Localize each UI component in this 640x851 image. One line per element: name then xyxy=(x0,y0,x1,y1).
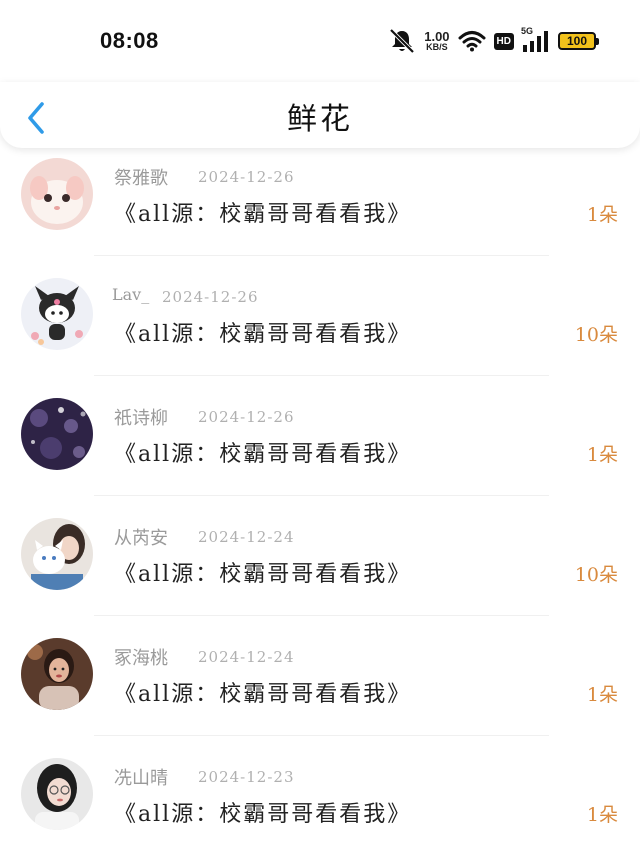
status-bar: 08:08 1.00 KB/S HD 5G 100 xyxy=(0,0,640,82)
signal-label: 5G xyxy=(521,26,534,36)
divider xyxy=(94,615,549,616)
rabbit-avatar[interactable] xyxy=(21,158,93,230)
message: 《all源：校霸哥哥看看我》 xyxy=(114,442,412,467)
username[interactable]: 冢海桃 xyxy=(114,644,168,670)
mute-icon xyxy=(388,28,416,54)
flower-count: 10朵 xyxy=(574,564,618,586)
message: 《all源：校霸哥哥看看我》 xyxy=(114,562,412,587)
hd-badge: HD xyxy=(493,32,514,50)
date: 2024-12-26 xyxy=(198,168,295,186)
battery-level: 100 xyxy=(566,34,588,48)
username[interactable]: 祇诗柳 xyxy=(114,404,168,430)
username[interactable]: 祭雅歌 xyxy=(114,164,168,190)
message: 《all源：校霸哥哥看看我》 xyxy=(114,682,412,707)
signal-icon: 5G xyxy=(521,26,550,53)
flower-count: 1朵 xyxy=(586,684,618,706)
date: 2024-12-26 xyxy=(162,288,259,306)
flower-count: 10朵 xyxy=(574,324,618,346)
status-time: 08:08 xyxy=(100,28,159,53)
username[interactable]: 冼山晴 xyxy=(114,764,168,790)
flower-count: 1朵 xyxy=(586,444,618,466)
network-speed-unit: KB/S xyxy=(426,42,448,52)
divider xyxy=(94,495,549,496)
date: 2024-12-24 xyxy=(198,528,295,546)
username[interactable]: Lav_ xyxy=(112,285,149,304)
date: 2024-12-24 xyxy=(198,648,295,666)
date: 2024-12-23 xyxy=(198,768,295,786)
message: 《all源：校霸哥哥看看我》 xyxy=(114,802,412,827)
list-item[interactable]: 冢海桃 2024-12-24 《all源：校霸哥哥看看我》 1朵 xyxy=(0,628,640,748)
bokeh-avatar[interactable] xyxy=(21,398,93,470)
network-speed: 1.00 KB/S xyxy=(424,30,449,52)
list-item[interactable]: 从芮安 2024-12-24 《all源：校霸哥哥看看我》 10朵 xyxy=(0,508,640,628)
divider xyxy=(94,375,549,376)
divider xyxy=(94,735,549,736)
page-title: 鲜花 xyxy=(287,102,353,137)
date: 2024-12-26 xyxy=(198,408,295,426)
portrait-avatar[interactable] xyxy=(21,638,93,710)
flower-count: 1朵 xyxy=(586,204,618,226)
flower-count: 1朵 xyxy=(586,804,618,826)
divider xyxy=(94,255,549,256)
username[interactable]: 从芮安 xyxy=(114,524,168,550)
status-icons: 1.00 KB/S HD 5G 100 xyxy=(388,26,599,55)
list-item[interactable]: 祇诗柳 2024-12-26 《all源：校霸哥哥看看我》 1朵 xyxy=(0,388,640,508)
wifi-icon xyxy=(458,30,486,52)
header: 鲜花 xyxy=(0,82,640,148)
glasses-girl-avatar[interactable] xyxy=(21,758,93,830)
list-item[interactable]: 冼山晴 2024-12-23 《all源：校霸哥哥看看我》 1朵 xyxy=(0,748,640,851)
kuromi-avatar[interactable] xyxy=(21,278,93,350)
message: 《all源：校霸哥哥看看我》 xyxy=(114,322,412,347)
list-item[interactable]: Lav_ 2024-12-26 《all源：校霸哥哥看看我》 10朵 xyxy=(0,268,640,388)
battery-icon: 100 xyxy=(558,32,599,50)
message: 《all源：校霸哥哥看看我》 xyxy=(114,202,412,227)
girl-with-cat-avatar[interactable] xyxy=(21,518,93,590)
list-item[interactable]: 祭雅歌 2024-12-26 《all源：校霸哥哥看看我》 1朵 xyxy=(0,148,640,268)
